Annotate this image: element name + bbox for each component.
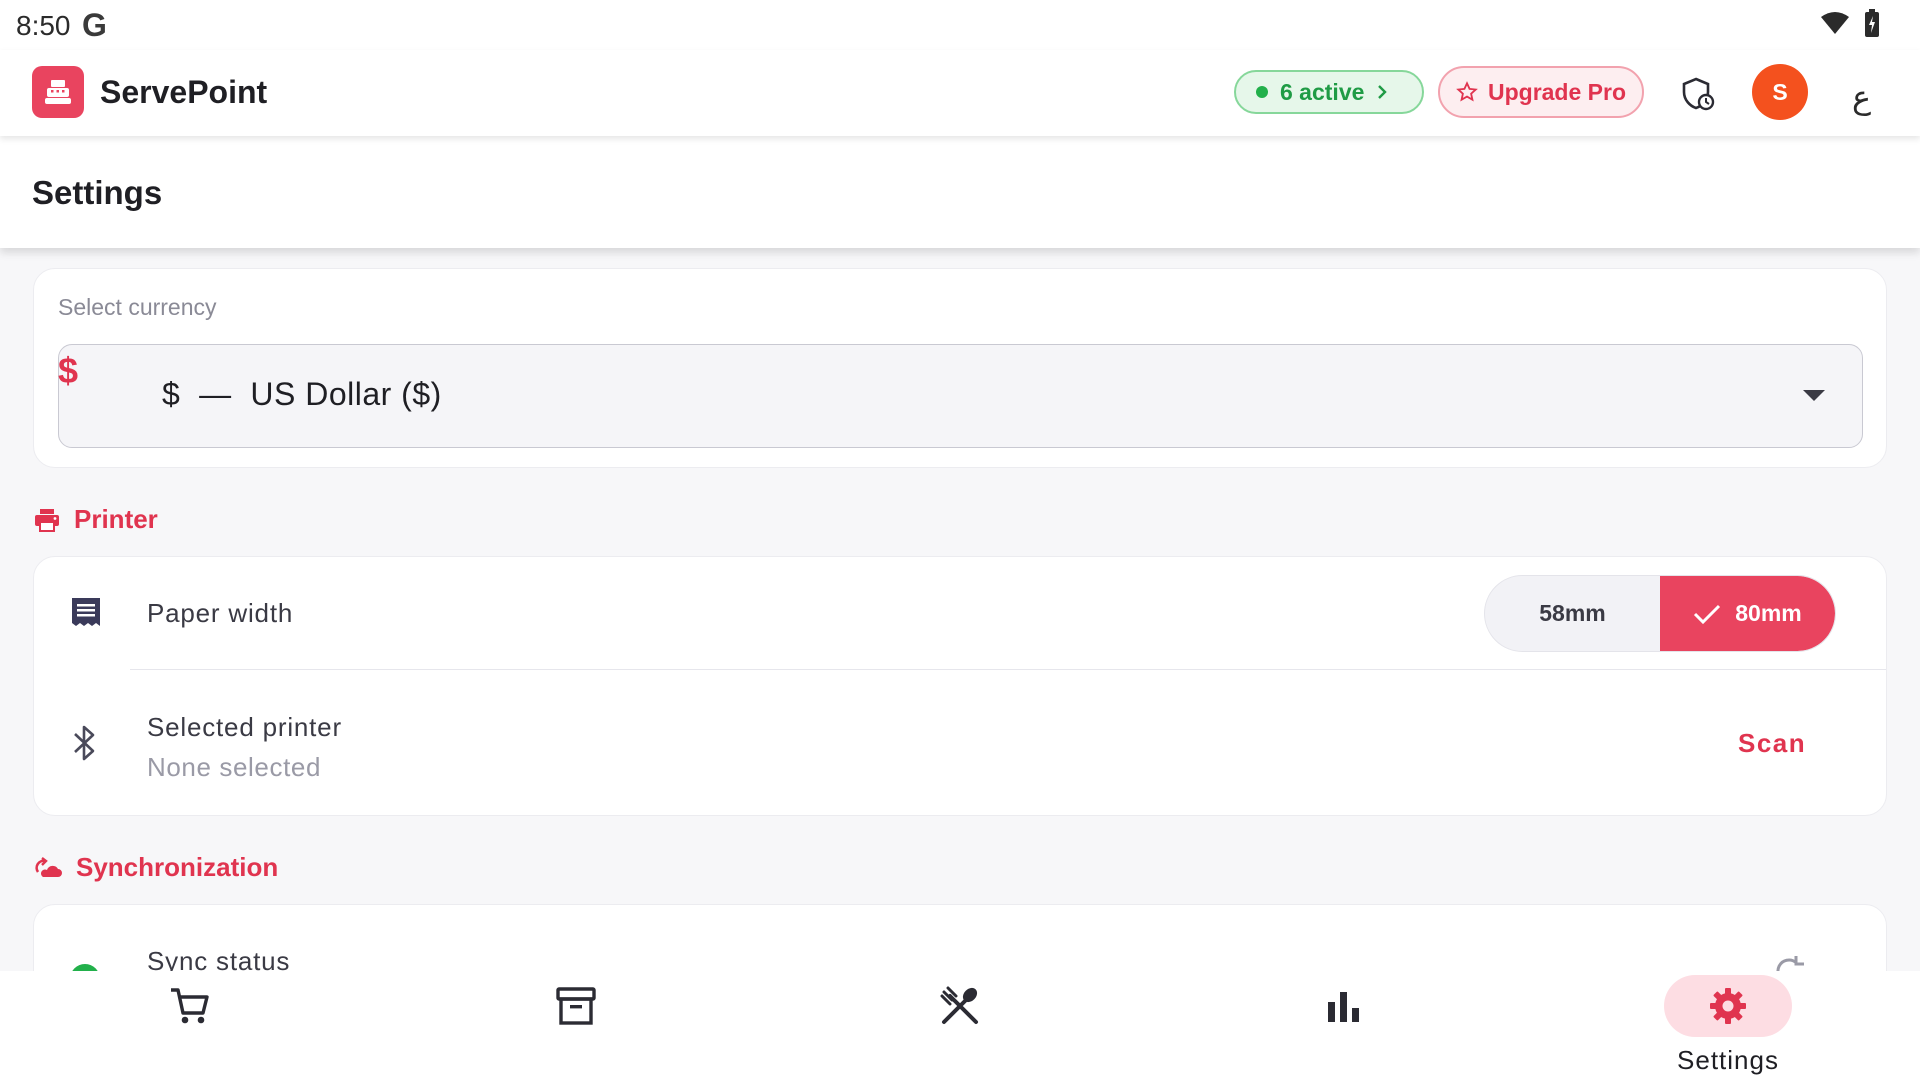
dollar-icon: $ <box>58 350 79 391</box>
page-title: Settings <box>32 174 163 211</box>
sync-cloud-icon <box>35 856 62 877</box>
bottom-navigation: Settings <box>0 971 1920 1080</box>
nav-icon-wrap <box>1664 975 1792 1037</box>
nav-label-settings: Settings <box>1677 1045 1779 1075</box>
receipt-icon <box>72 598 100 626</box>
check-icon <box>1694 604 1721 624</box>
status-time: 8:50 <box>16 10 71 41</box>
nav-item-menu[interactable] <box>860 971 1060 1080</box>
nav-item-settings[interactable]: Settings <box>1628 971 1828 1080</box>
cart-icon <box>171 988 209 1024</box>
option-80mm-label: 80mm <box>1735 600 1802 626</box>
shield-icon <box>1682 77 1715 111</box>
nav-icon-wrap <box>896 975 1024 1037</box>
selected-printer-value: None selected <box>147 752 322 782</box>
sync-section-title: Synchronization <box>76 852 279 882</box>
cash-register-icon <box>45 80 71 104</box>
dropdown-arrow-icon <box>1803 390 1825 401</box>
paper-width-toggle: 58mm 80mm <box>1484 575 1836 652</box>
bar-chart-icon <box>1328 992 1359 1022</box>
status-bar: 8:50 G <box>0 0 1920 50</box>
app-bar: ServePoint 6 active Upgrade Pro S ع <box>0 50 1920 136</box>
nav-item-reports[interactable] <box>1244 971 1444 1080</box>
option-58mm-label: 58mm <box>1539 600 1606 626</box>
avatar[interactable]: S <box>1752 64 1808 120</box>
printer-divider <box>130 669 1886 670</box>
bluetooth-icon <box>74 725 95 761</box>
star-icon <box>1456 81 1478 102</box>
gear-icon <box>1710 988 1746 1024</box>
app-logo <box>32 66 84 118</box>
active-status-dot <box>1256 86 1268 98</box>
security-button[interactable] <box>1676 72 1720 116</box>
upgrade-pro-button[interactable]: Upgrade Pro <box>1438 66 1644 118</box>
paper-width-80mm-option[interactable]: 80mm <box>1660 576 1835 651</box>
nav-item-orders[interactable] <box>90 971 290 1080</box>
wifi-icon <box>1821 12 1849 34</box>
scan-button[interactable]: Scan <box>1738 728 1806 759</box>
printer-section-header: Printer <box>34 504 158 535</box>
upgrade-pro-label: Upgrade Pro <box>1487 78 1627 105</box>
battery-icon <box>1865 9 1879 37</box>
active-sessions-button[interactable]: 6 active <box>1234 70 1424 114</box>
google-icon: G <box>82 7 107 43</box>
nav-icon-wrap <box>512 975 640 1037</box>
currency-selected-value: $ — US Dollar ($) <box>162 376 442 412</box>
paper-width-label: Paper width <box>147 598 294 628</box>
chevron-right-icon <box>1378 85 1388 99</box>
currency-label: Select currency <box>58 294 217 320</box>
nav-item-inventory[interactable] <box>476 971 676 1080</box>
nav-icon-wrap <box>126 975 254 1037</box>
restaurant-icon <box>940 986 978 1024</box>
printer-icon <box>35 508 59 532</box>
more-icon[interactable]: ع <box>1852 78 1871 116</box>
selected-printer-label: Selected printer <box>147 712 342 742</box>
active-sessions-label: 6 active <box>1280 78 1365 105</box>
app-name: ServePoint <box>100 74 268 110</box>
nav-icon-wrap <box>1280 975 1408 1037</box>
page-header: Settings <box>0 136 1920 248</box>
archive-icon <box>556 987 596 1025</box>
sync-section-header: Synchronization <box>34 852 278 883</box>
paper-width-58mm-option[interactable]: 58mm <box>1485 576 1660 651</box>
printer-section-title: Printer <box>74 504 158 534</box>
status-icons <box>1820 9 1880 37</box>
